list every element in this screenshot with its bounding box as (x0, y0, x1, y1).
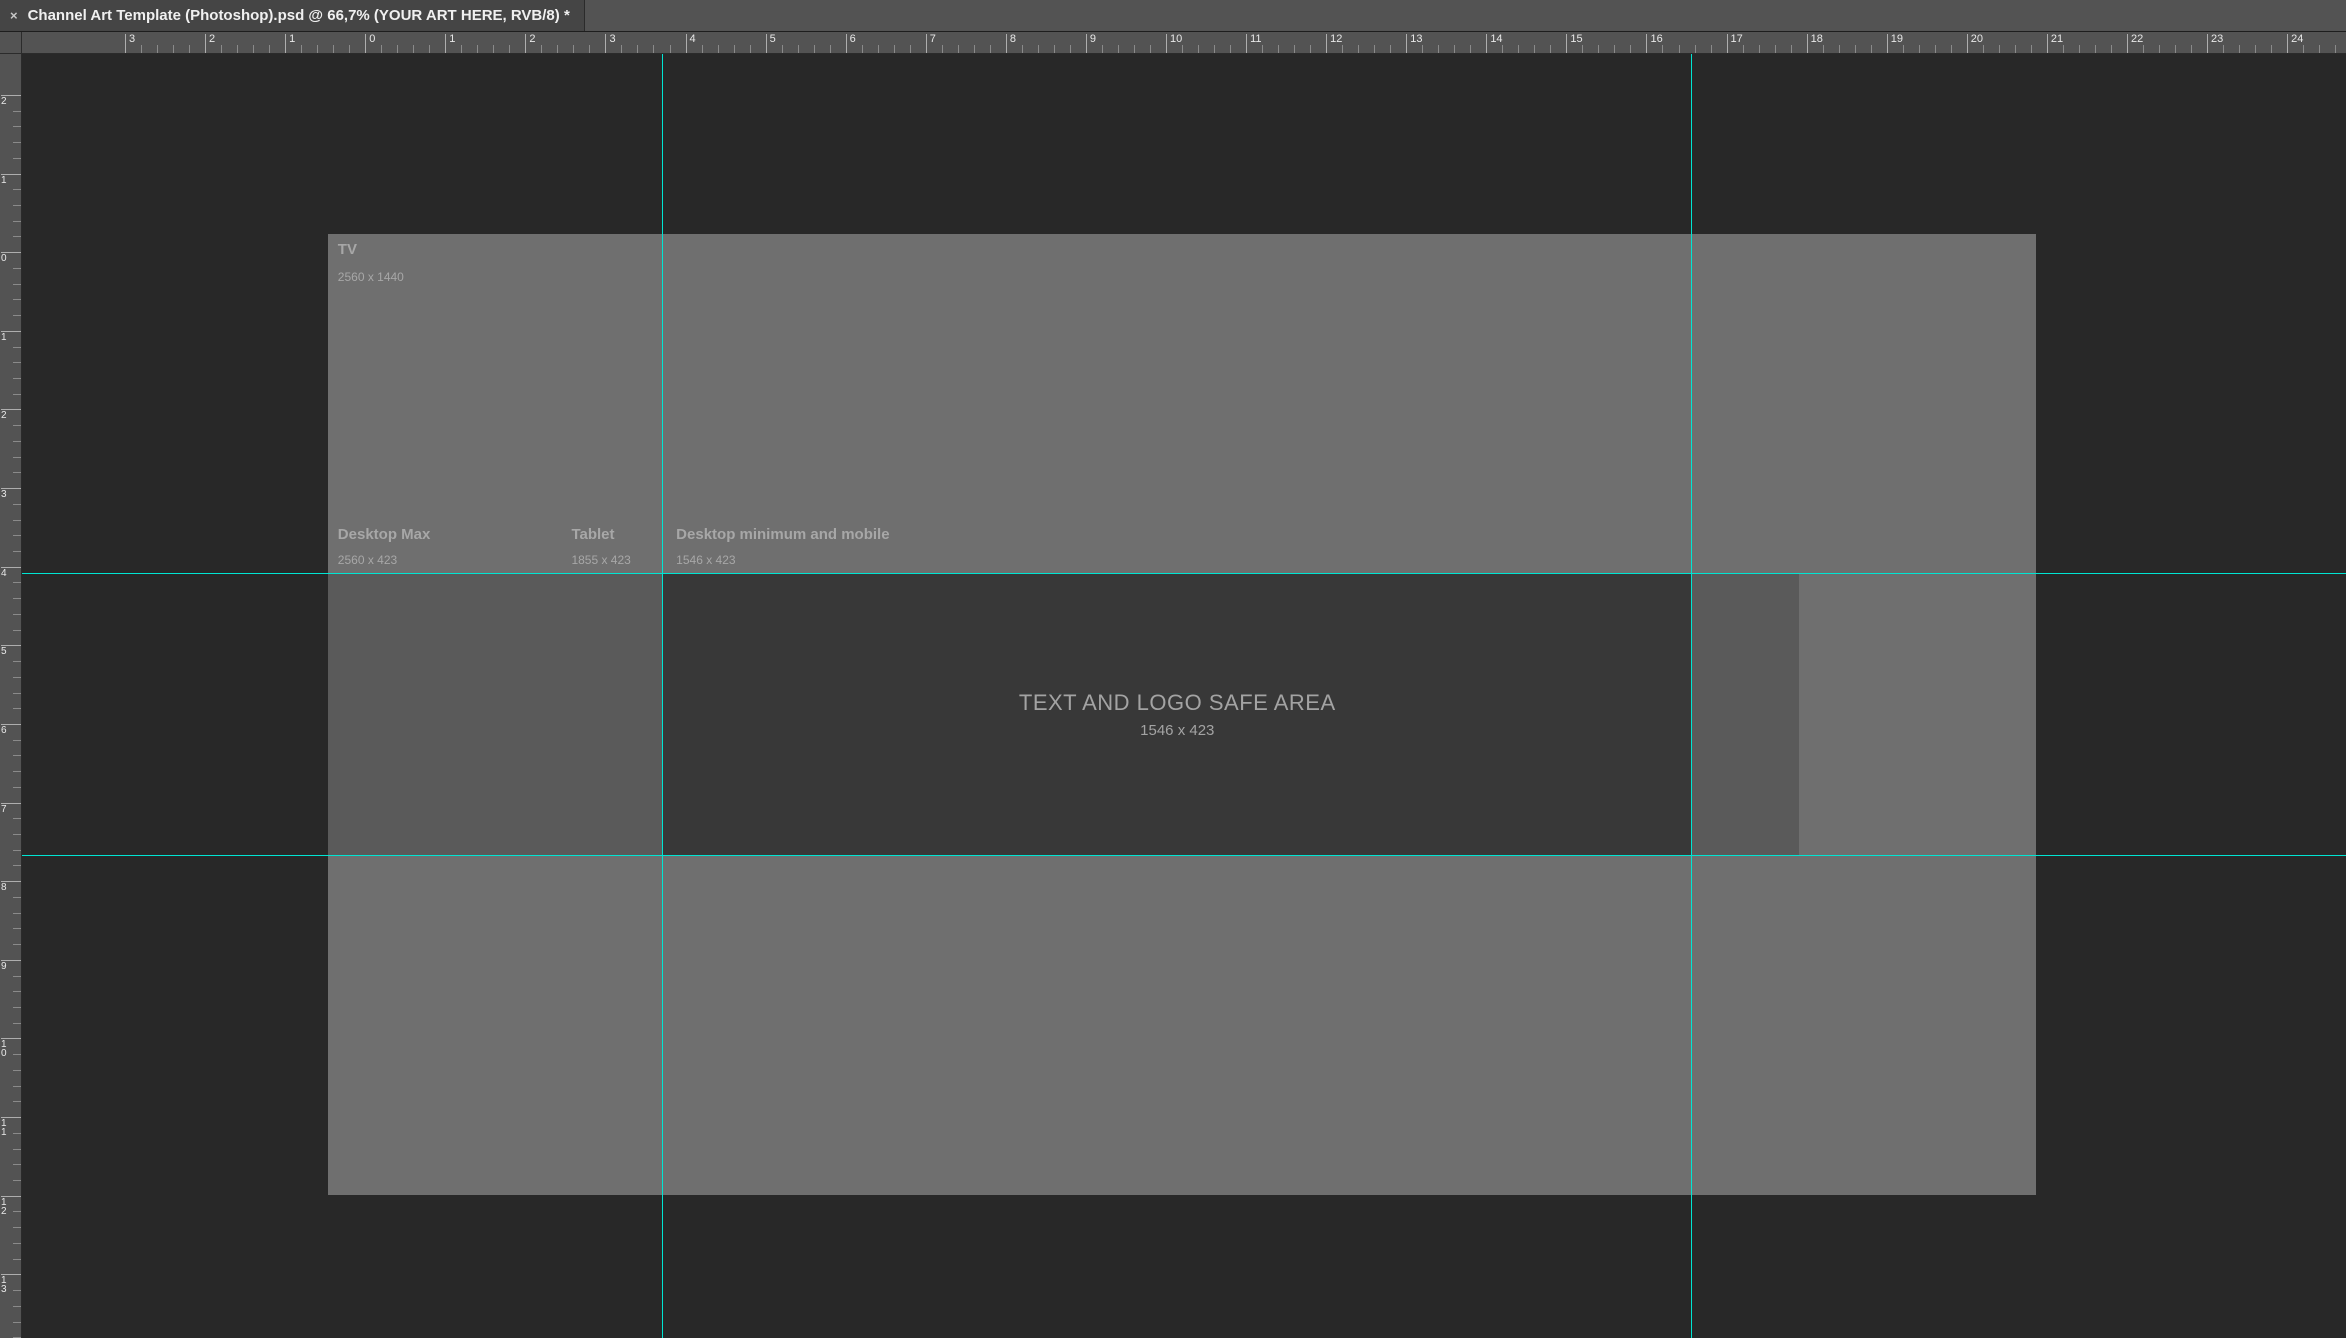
zone-dim-desktop: 2560 x 423 (338, 553, 397, 567)
zone-right-strip (1691, 574, 1799, 854)
guide-horizontal[interactable] (22, 855, 2346, 856)
guide-vertical[interactable] (1691, 54, 1692, 1338)
zone-label-tablet: Tablet (571, 526, 614, 543)
zone-dim-mobile: 1546 x 423 (676, 553, 735, 567)
document-tab-bar: × Channel Art Template (Photoshop).psd @… (0, 0, 2346, 32)
zone-tablet-strip (565, 574, 663, 854)
close-icon[interactable]: × (10, 8, 18, 23)
canvas-viewport[interactable]: TEXT AND LOGO SAFE AREA 1546 x 423 TV 25… (22, 54, 2346, 1338)
zone-label-mobile: Desktop minimum and mobile (676, 526, 889, 543)
guide-vertical[interactable] (662, 54, 663, 1338)
zone-dim-tablet: 1855 x 423 (571, 553, 630, 567)
zone-safe-area: TEXT AND LOGO SAFE AREA 1546 x 423 (663, 574, 1691, 854)
document-tab-title: Channel Art Template (Photoshop).psd @ 6… (28, 7, 570, 24)
zone-label-desktop: Desktop Max (338, 526, 431, 543)
zone-label-tv: TV (338, 241, 357, 258)
ruler-vertical[interactable]: 21012345678910111213 (0, 54, 22, 1338)
workspace: 3210123456789101112131415161718192021222… (0, 32, 2346, 1338)
ruler-origin-corner[interactable] (0, 32, 22, 54)
document-tab[interactable]: × Channel Art Template (Photoshop).psd @… (0, 0, 585, 31)
guide-horizontal[interactable] (22, 573, 2346, 574)
zone-dim-tv: 2560 x 1440 (338, 270, 404, 284)
safe-area-dim: 1546 x 423 (1140, 722, 1214, 739)
zone-desktop-max-strip (328, 574, 565, 854)
ruler-horizontal[interactable]: 3210123456789101112131415161718192021222… (22, 32, 2346, 54)
safe-area-title: TEXT AND LOGO SAFE AREA (1019, 690, 1336, 716)
